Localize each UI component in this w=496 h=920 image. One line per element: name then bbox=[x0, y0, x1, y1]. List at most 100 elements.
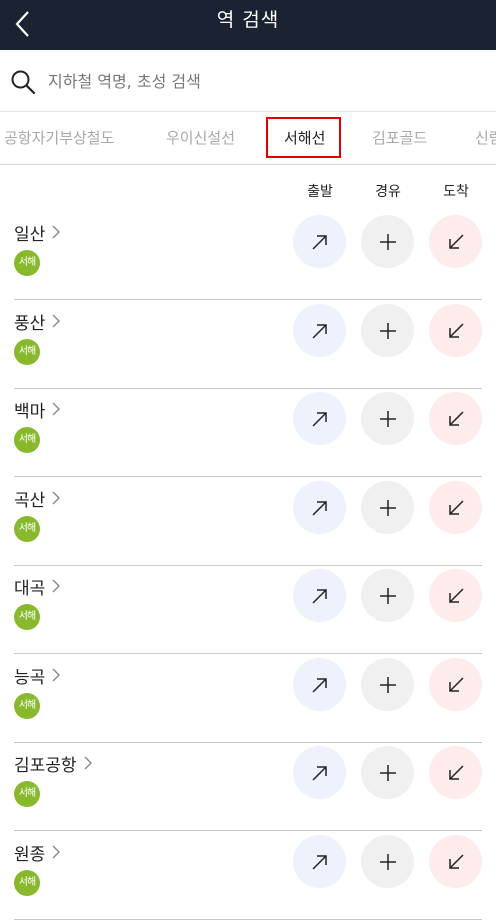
chevron-right-icon bbox=[52, 314, 61, 328]
arrow-down-left-icon bbox=[448, 676, 464, 692]
via-button[interactable] bbox=[361, 658, 414, 711]
station-row: 김포공항 서해 bbox=[14, 743, 482, 831]
arrow-up-right-icon bbox=[311, 323, 327, 339]
station-row: 백마 서해 bbox=[14, 389, 482, 477]
via-button[interactable] bbox=[361, 392, 414, 445]
arrival-button[interactable] bbox=[429, 746, 482, 799]
station-link[interactable]: 곡산 bbox=[14, 484, 61, 512]
station-name: 대곡 bbox=[14, 578, 46, 599]
chevron-right-icon bbox=[52, 579, 61, 593]
station-name: 원종 bbox=[14, 844, 46, 865]
arrow-up-right-icon bbox=[311, 588, 327, 604]
tab-airport-maglev[interactable]: 공항자기부상철도 bbox=[4, 112, 114, 164]
chevron-right-icon bbox=[84, 756, 92, 770]
station-name: 김포공항 bbox=[14, 755, 77, 776]
arrow-down-left-icon bbox=[448, 233, 464, 249]
station-name: 백마 bbox=[14, 401, 46, 422]
plus-icon bbox=[379, 853, 396, 870]
arrow-up-right-icon bbox=[311, 854, 327, 870]
departure-button[interactable] bbox=[293, 658, 346, 711]
chevron-right-icon bbox=[52, 225, 61, 239]
station-link[interactable]: 대곡 bbox=[14, 572, 61, 600]
station-link[interactable]: 김포공항 bbox=[14, 749, 93, 777]
search-input[interactable] bbox=[48, 64, 468, 98]
arrival-button[interactable] bbox=[429, 304, 482, 357]
via-button[interactable] bbox=[361, 481, 414, 534]
tab-ui-sinseol[interactable]: 우이신설선 bbox=[166, 112, 235, 164]
departure-button[interactable] bbox=[293, 835, 346, 888]
station-name: 풍산 bbox=[14, 313, 46, 334]
arrow-up-right-icon bbox=[311, 677, 327, 693]
plus-icon bbox=[379, 322, 396, 339]
arrow-down-left-icon bbox=[448, 853, 464, 869]
arrow-down-left-icon bbox=[448, 587, 464, 603]
station-name: 일산 bbox=[14, 224, 46, 245]
departure-button[interactable] bbox=[293, 746, 346, 799]
station-row: 능곡 서해 bbox=[14, 655, 482, 743]
arrow-down-left-icon bbox=[448, 499, 464, 515]
tab-sillim[interactable]: 신림 bbox=[475, 112, 496, 164]
departure-button[interactable] bbox=[293, 215, 346, 268]
station-link[interactable]: 원종 bbox=[14, 838, 61, 866]
chevron-right-icon bbox=[52, 402, 61, 416]
plus-icon bbox=[379, 410, 396, 427]
plus-icon bbox=[379, 764, 396, 781]
line-badge: 서해 bbox=[14, 693, 40, 719]
tab-gimpo-gold[interactable]: 김포골드 bbox=[372, 112, 427, 164]
plus-icon bbox=[379, 233, 396, 250]
line-badge: 서해 bbox=[14, 427, 40, 453]
chevron-right-icon bbox=[52, 491, 61, 505]
via-button[interactable] bbox=[361, 215, 414, 268]
station-row: 곡산 서해 bbox=[14, 478, 482, 566]
line-badge: 서해 bbox=[14, 604, 40, 630]
arrow-down-left-icon bbox=[448, 410, 464, 426]
departure-button[interactable] bbox=[293, 392, 346, 445]
arrival-button[interactable] bbox=[429, 658, 482, 711]
line-badge: 서해 bbox=[14, 339, 40, 365]
station-row: 원종 서해 bbox=[14, 832, 482, 920]
chevron-right-icon bbox=[52, 668, 61, 682]
arrival-button[interactable] bbox=[429, 835, 482, 888]
via-button[interactable] bbox=[361, 746, 414, 799]
search-icon bbox=[11, 70, 36, 95]
plus-icon bbox=[379, 499, 396, 516]
line-badge: 서해 bbox=[14, 781, 40, 807]
top-bar: 역 검색 bbox=[0, 0, 496, 50]
arrival-button[interactable] bbox=[429, 481, 482, 534]
page-title: 역 검색 bbox=[216, 9, 280, 31]
departure-button[interactable] bbox=[293, 304, 346, 357]
via-button[interactable] bbox=[361, 304, 414, 357]
arrow-up-right-icon bbox=[311, 765, 327, 781]
station-row: 대곡 서해 bbox=[14, 566, 482, 654]
station-link[interactable]: 풍산 bbox=[14, 307, 61, 335]
station-name: 능곡 bbox=[14, 667, 46, 688]
via-button[interactable] bbox=[361, 835, 414, 888]
arrow-down-left-icon bbox=[448, 764, 464, 780]
arrival-button[interactable] bbox=[429, 392, 482, 445]
arrow-up-right-icon bbox=[311, 411, 327, 427]
arrival-button[interactable] bbox=[429, 215, 482, 268]
line-tabs: 공항자기부상철도 우이신설선 서해선 김포골드 신림 bbox=[0, 112, 496, 165]
via-button[interactable] bbox=[361, 569, 414, 622]
header-arrival: 도착 bbox=[443, 184, 469, 200]
arrow-up-right-icon bbox=[311, 500, 327, 516]
arrival-button[interactable] bbox=[429, 569, 482, 622]
tab-seohae[interactable]: 서해선 bbox=[284, 112, 325, 164]
station-link[interactable]: 일산 bbox=[14, 218, 61, 246]
departure-button[interactable] bbox=[293, 569, 346, 622]
header-via: 경유 bbox=[375, 184, 401, 200]
line-badge: 서해 bbox=[14, 516, 40, 542]
plus-icon bbox=[379, 587, 396, 604]
arrow-down-left-icon bbox=[448, 322, 464, 338]
plus-icon bbox=[379, 676, 396, 693]
line-badge: 서해 bbox=[14, 250, 40, 276]
column-headers: 출발 경유 도착 bbox=[0, 165, 496, 205]
arrow-up-right-icon bbox=[311, 234, 327, 250]
departure-button[interactable] bbox=[293, 481, 346, 534]
station-link[interactable]: 능곡 bbox=[14, 661, 61, 689]
search-bar bbox=[0, 50, 496, 112]
station-name: 곡산 bbox=[14, 490, 46, 511]
station-link[interactable]: 백마 bbox=[14, 395, 61, 423]
station-row: 풍산 서해 bbox=[14, 301, 482, 389]
header-departure: 출발 bbox=[307, 184, 333, 200]
